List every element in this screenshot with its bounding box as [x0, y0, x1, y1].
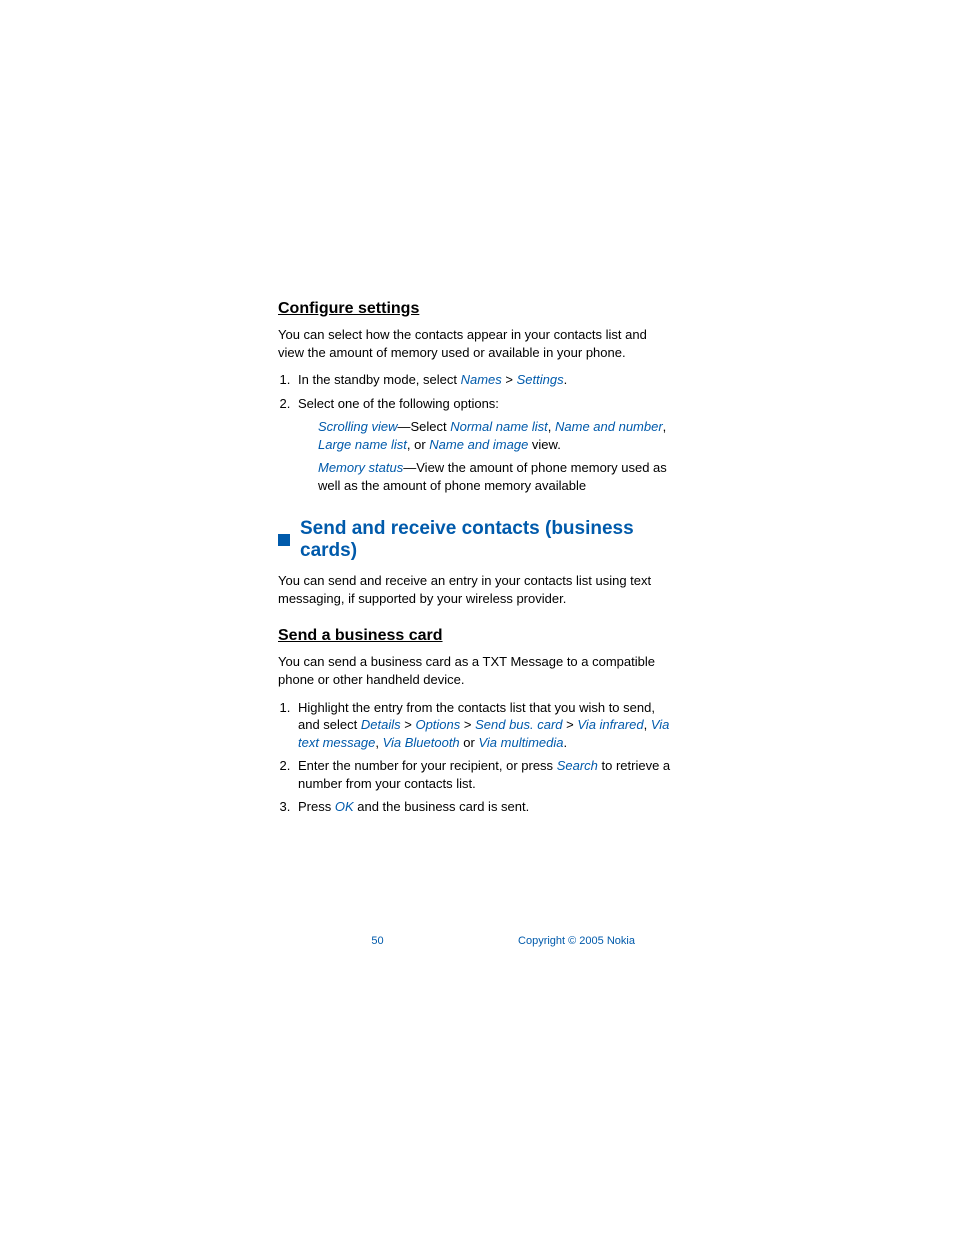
configure-step-2: Select one of the following options: Scr… [294, 395, 676, 495]
link-ok[interactable]: OK [335, 799, 354, 814]
option-memory-status: Memory status—View the amount of phone m… [318, 459, 676, 494]
para-send-card-intro: You can send a business card as a TXT Me… [278, 653, 676, 688]
copyright-text: Copyright © 2005 Nokia [477, 935, 676, 947]
link-details[interactable]: Details [361, 717, 401, 732]
link-names[interactable]: Names [461, 372, 502, 387]
send-step-3: Press OK and the business card is sent. [294, 798, 676, 816]
link-search[interactable]: Search [557, 758, 598, 773]
option-scrolling-view: Scrolling view—Select Normal name list, … [318, 418, 676, 453]
heading-send-receive: Send and receive contacts (business card… [278, 518, 676, 562]
link-settings[interactable]: Settings [517, 372, 564, 387]
send-step-2: Enter the number for your recipient, or … [294, 757, 676, 792]
link-send-bus-card[interactable]: Send bus. card [475, 717, 562, 732]
term-scrolling-view: Scrolling view [318, 419, 397, 434]
link-name-and-number[interactable]: Name and number [555, 419, 663, 434]
send-step-1: Highlight the entry from the contacts li… [294, 699, 676, 752]
heading-configure-settings: Configure settings [278, 300, 676, 318]
link-large-name-list[interactable]: Large name list [318, 437, 407, 452]
link-via-multimedia[interactable]: Via multimedia [478, 735, 563, 750]
page-number: 50 [278, 935, 477, 947]
para-send-receive-intro: You can send and receive an entry in you… [278, 572, 676, 607]
configure-steps: In the standby mode, select Names > Sett… [278, 371, 676, 494]
square-bullet-icon [278, 534, 290, 546]
link-options[interactable]: Options [415, 717, 460, 732]
link-name-and-image[interactable]: Name and image [429, 437, 528, 452]
link-via-infrared[interactable]: Via infrared [577, 717, 643, 732]
para-configure-intro: You can select how the contacts appear i… [278, 326, 676, 361]
page-content: Configure settings You can select how th… [0, 0, 954, 816]
heading-send-business-card: Send a business card [278, 627, 676, 645]
configure-step-1: In the standby mode, select Names > Sett… [294, 371, 676, 389]
page-footer: 50 Copyright © 2005 Nokia [0, 935, 954, 947]
term-memory-status: Memory status [318, 460, 403, 475]
link-normal-name-list[interactable]: Normal name list [450, 419, 548, 434]
send-card-steps: Highlight the entry from the contacts li… [278, 699, 676, 816]
link-via-bluetooth[interactable]: Via Bluetooth [383, 735, 460, 750]
